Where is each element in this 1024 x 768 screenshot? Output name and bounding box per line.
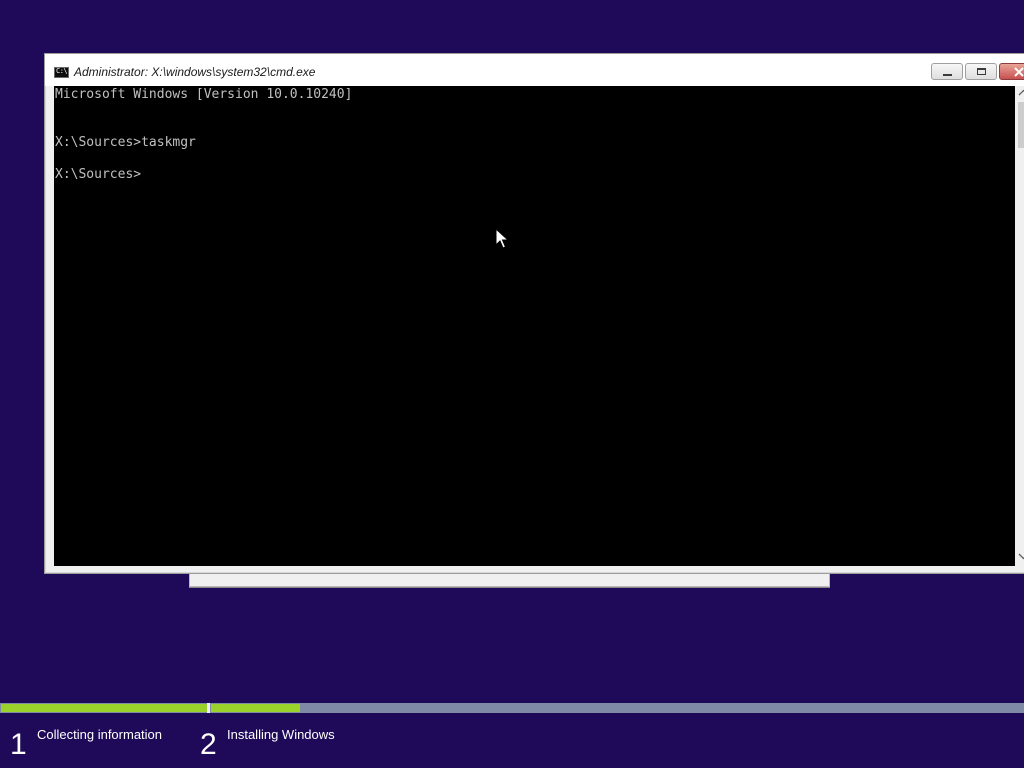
scrollbar-thumb[interactable] [1018, 102, 1024, 148]
step-number: 2 [200, 728, 217, 761]
step-label: Collecting information [37, 727, 163, 742]
window-title: Administrator: X:\windows\system32\cmd.e… [74, 65, 316, 79]
scroll-down-icon[interactable] [1018, 552, 1024, 563]
progress-step1-fill [1, 704, 207, 712]
progress-step2-fill [211, 704, 300, 712]
console-icon[interactable]: C:\ [54, 67, 69, 78]
minimize-button[interactable] [931, 63, 963, 80]
step-number: 1 [10, 728, 27, 761]
scroll-up-icon[interactable] [1018, 89, 1024, 100]
step-label: Installing Windows [227, 727, 335, 742]
cmd-window[interactable]: C:\ Administrator: X:\windows\system32\c… [44, 53, 1024, 574]
console-prompt[interactable]: X:\Sources> [55, 167, 1015, 183]
minimize-icon [943, 74, 952, 76]
close-button[interactable] [999, 63, 1024, 80]
maximize-button[interactable] [965, 63, 997, 80]
close-icon [1014, 67, 1024, 77]
maximize-icon [977, 68, 986, 75]
console-icon-text: C:\ [56, 67, 68, 75]
console-line: Microsoft Windows [Version 10.0.10240] [55, 87, 353, 102]
mouse-pointer-icon [495, 228, 509, 249]
title-bar[interactable]: C:\ Administrator: X:\windows\system32\c… [45, 54, 1024, 86]
progress-divider [207, 703, 210, 713]
vertical-scrollbar[interactable] [1015, 86, 1024, 566]
console-output[interactable]: Microsoft Windows [Version 10.0.10240] X… [54, 86, 1015, 566]
console-blank [55, 119, 1015, 135]
console-line: X:\Sources>taskmgr [55, 135, 196, 150]
